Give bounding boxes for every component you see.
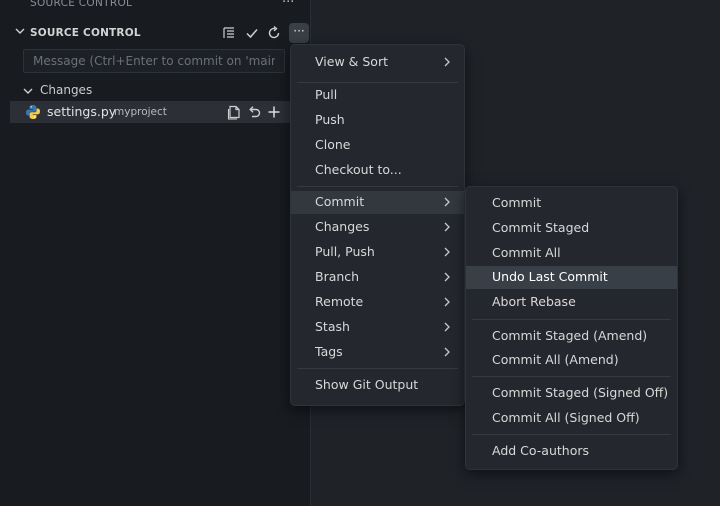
commit-message-input[interactable] — [23, 49, 285, 73]
menu-item-undo-last-commit[interactable]: Undo Last Commit — [466, 266, 677, 289]
menu-item-commit-all[interactable]: Commit All — [466, 242, 677, 265]
menu-item-push[interactable]: Push — [291, 109, 464, 132]
menu-separator — [472, 319, 671, 320]
menu-separator — [297, 368, 458, 369]
menu-separator — [297, 82, 458, 83]
changes-label: Changes — [40, 83, 93, 97]
menu-item-abort-rebase[interactable]: Abort Rebase — [466, 291, 677, 314]
menu-item-commit-all-signed-off[interactable]: Commit All (Signed Off) — [466, 407, 677, 430]
menu-item-add-co-authors[interactable]: Add Co-authors — [466, 440, 677, 463]
commit-submenu: Commit Commit Staged Commit All Undo Las… — [465, 186, 678, 470]
menu-separator — [472, 376, 671, 377]
menu-item-commit[interactable]: Commit — [291, 191, 464, 214]
menu-item-changes[interactable]: Changes — [291, 216, 464, 239]
source-control-more-menu: View & Sort Pull Push Clone Checkout to.… — [290, 44, 465, 406]
commit-check-icon[interactable] — [244, 25, 260, 41]
stage-changes-icon[interactable] — [266, 104, 282, 120]
chevron-down-icon[interactable] — [14, 25, 26, 37]
menu-item-clone[interactable]: Clone — [291, 134, 464, 157]
changes-group[interactable]: Changes — [0, 81, 310, 101]
chevron-right-icon — [444, 347, 450, 357]
chevron-down-icon[interactable] — [22, 85, 34, 97]
menu-item-stash[interactable]: Stash — [291, 316, 464, 339]
menu-item-checkout-to[interactable]: Checkout to... — [291, 159, 464, 182]
chevron-right-icon — [444, 57, 450, 67]
chevron-right-icon — [444, 247, 450, 257]
menu-item-commit-all-amend[interactable]: Commit All (Amend) — [466, 349, 677, 372]
menu-item-pull[interactable]: Pull — [291, 84, 464, 107]
source-control-sidebar: SOURCE CONTROL ··· SOURCE CONTROL ··· Ch… — [0, 0, 311, 506]
more-actions-button[interactable]: ··· — [289, 23, 309, 43]
chevron-right-icon — [444, 322, 450, 332]
source-control-title: SOURCE CONTROL — [30, 27, 141, 39]
open-file-icon[interactable] — [226, 104, 242, 120]
menu-item-commit-staged-signed-off[interactable]: Commit Staged (Signed Off) — [466, 382, 677, 405]
panel-more-icon[interactable]: ··· — [282, 0, 294, 10]
menu-separator — [472, 434, 671, 435]
python-file-icon — [26, 105, 40, 119]
file-directory: myproject — [114, 106, 167, 118]
discard-changes-icon[interactable] — [246, 104, 262, 120]
refresh-icon[interactable] — [266, 25, 282, 41]
source-control-header[interactable]: SOURCE CONTROL ··· — [0, 20, 310, 46]
menu-item-remote[interactable]: Remote — [291, 291, 464, 314]
chevron-right-icon — [444, 272, 450, 282]
menu-item-commit-staged[interactable]: Commit Staged — [466, 217, 677, 240]
menu-item-show-git-output[interactable]: Show Git Output — [291, 374, 464, 397]
menu-item-pull-push[interactable]: Pull, Push — [291, 241, 464, 264]
menu-item-tags[interactable]: Tags — [291, 341, 464, 364]
view-as-tree-icon[interactable] — [221, 25, 237, 41]
file-name: settings.py — [47, 104, 117, 119]
menu-item-view-and-sort[interactable]: View & Sort — [291, 51, 464, 74]
menu-item-branch[interactable]: Branch — [291, 266, 464, 289]
menu-separator — [297, 186, 458, 187]
chevron-right-icon — [444, 297, 450, 307]
changed-file-row[interactable]: settings.py myproject — [10, 101, 290, 123]
chevron-right-icon — [444, 197, 450, 207]
panel-title: SOURCE CONTROL — [30, 0, 133, 9]
menu-item-commit-staged-amend[interactable]: Commit Staged (Amend) — [466, 325, 677, 348]
menu-item-commit[interactable]: Commit — [466, 192, 677, 215]
chevron-right-icon — [444, 222, 450, 232]
